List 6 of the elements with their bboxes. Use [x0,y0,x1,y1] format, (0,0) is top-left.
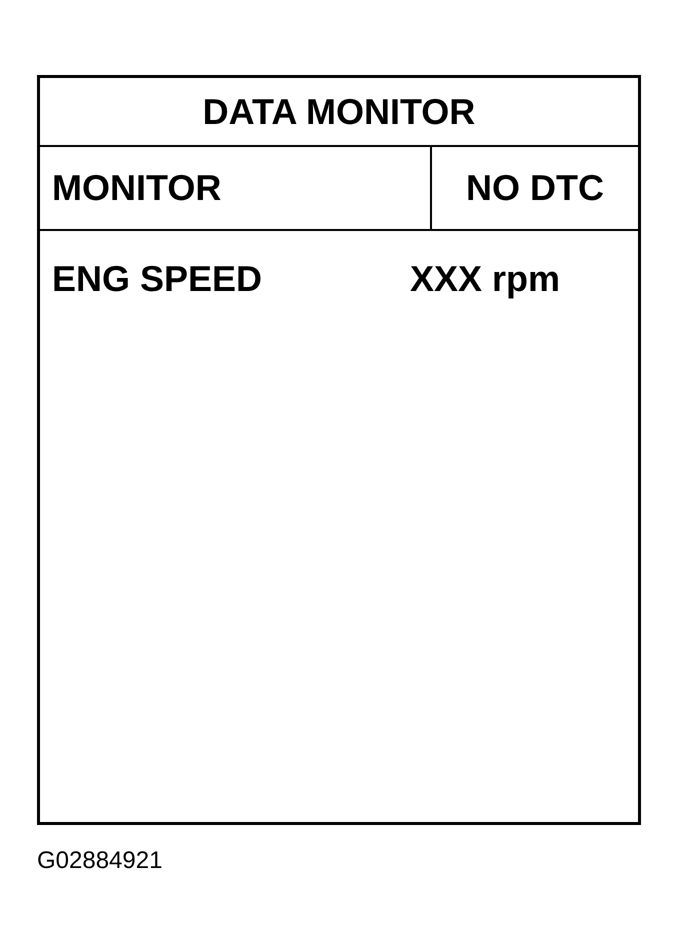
figure-id: G02884921 [37,849,162,873]
parameter-label: ENG SPEED [52,261,264,297]
parameter-value: XXX rpm [410,261,562,297]
dtc-status: NO DTC [466,170,604,206]
panel-title: DATA MONITOR [202,94,476,130]
mode-label: MONITOR [52,170,222,206]
